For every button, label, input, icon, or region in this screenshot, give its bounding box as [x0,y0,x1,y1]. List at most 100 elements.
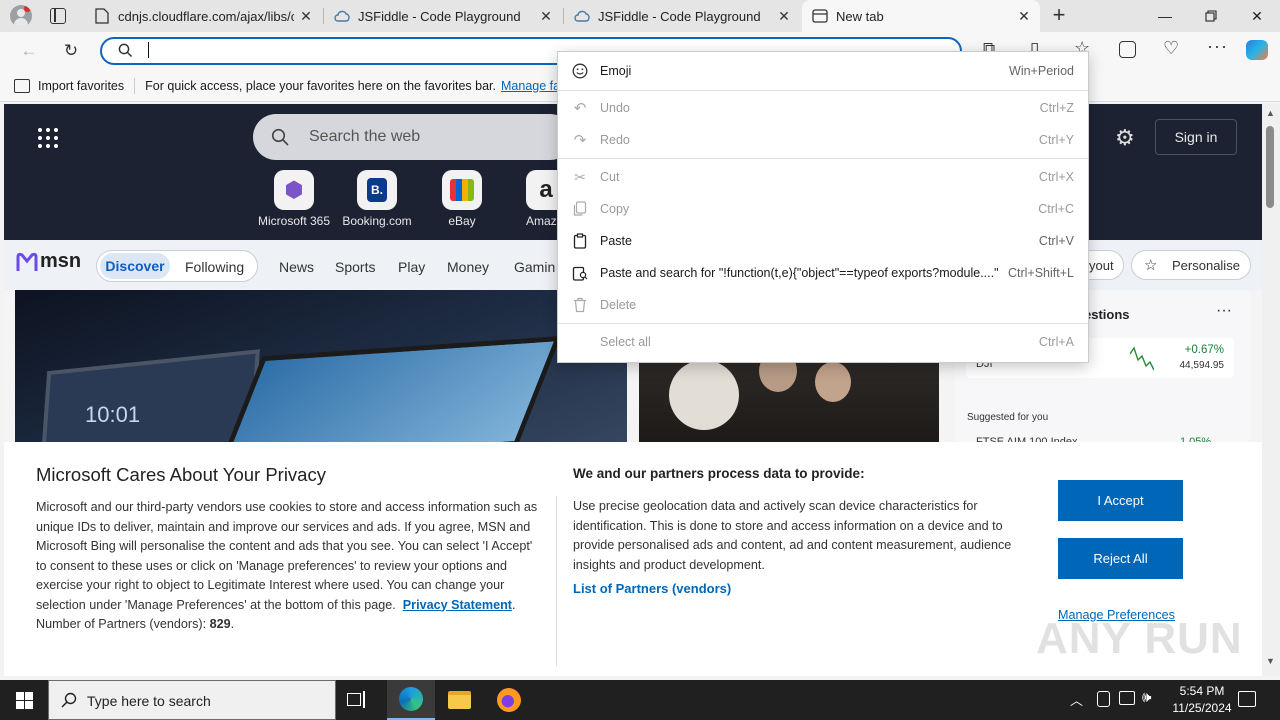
jsfiddle-icon [334,8,350,24]
undo-icon: ↶ [573,100,587,117]
web-search-box[interactable]: Search the web [253,114,573,160]
windows-logo-icon [15,691,33,709]
watchlist-more-icon[interactable]: ··· [1216,302,1232,320]
close-icon[interactable]: ✕ [776,8,792,24]
minimize-button[interactable]: — [1142,0,1188,32]
start-button[interactable] [0,680,48,720]
redo-icon: ↷ [573,132,587,149]
booking-glyph: B. [367,178,387,202]
tab-title: JSFiddle - Code Playground [598,8,761,24]
tab-jsfiddle-1[interactable]: JSFiddle - Code Playground ✕ [324,0,562,32]
search-icon [118,43,133,61]
privacy-statement-link[interactable]: Privacy Statement [403,598,512,612]
profile-avatar[interactable] [10,5,32,27]
import-favorites-button[interactable]: Import favorites [38,79,124,93]
tab-cdnjs[interactable]: cdnjs.cloudflare.com/ajax/libs/c ✕ [84,0,322,32]
nav-play[interactable]: Play [398,259,425,275]
quick-link-microsoft-365[interactable]: ⬢ Microsoft 365 [254,170,334,228]
menu-item-label: Redo [600,133,630,147]
nav-money[interactable]: Money [447,259,489,275]
menu-item-label: Undo [600,101,630,115]
collections-icon[interactable] [1119,41,1136,58]
network-icon[interactable] [1119,691,1135,705]
show-hidden-icons[interactable]: ︿ [1070,690,1083,709]
nav-following[interactable]: Following [185,259,244,275]
tab-actions-icon[interactable] [50,8,66,24]
reject-all-button[interactable]: Reject All [1058,538,1183,579]
copy-icon [572,201,588,217]
close-icon[interactable]: ✕ [538,8,554,24]
quick-link-booking[interactable]: B. Booking.com [337,170,417,228]
feature-card-tablet[interactable]: 10:01 [15,290,627,442]
settings-icon[interactable]: ⚙ [1115,125,1135,151]
menu-item-undo[interactable]: ↶ Undo Ctrl+Z [558,93,1088,123]
anyrun-watermark: ANY RUN [1036,614,1243,663]
menu-item-delete[interactable]: Delete [558,290,1088,320]
partners-list-link[interactable]: List of Partners (vendors) [573,581,731,596]
suggested-label: Suggested for you [967,412,1049,423]
taskbar-firefox[interactable] [485,680,533,720]
tab-bar: cdnjs.cloudflare.com/ajax/libs/c ✕ JSFid… [0,0,1280,32]
close-icon[interactable]: ✕ [1016,8,1032,24]
back-button[interactable]: ← [14,36,44,66]
menu-item-label: Paste and search for "!function(t,e){"ob… [600,266,999,280]
scroll-up-arrow[interactable]: ▲ [1266,108,1275,118]
import-favorites-icon[interactable] [14,78,30,93]
menu-item-redo[interactable]: ↷ Redo Ctrl+Y [558,125,1088,155]
menu-item-shortcut: Ctrl+V [1038,234,1074,248]
nav-gaming[interactable]: Gamin [514,259,555,275]
volume-icon[interactable]: 🕪 [1142,689,1151,706]
more-menu-icon[interactable]: ··· [1207,36,1228,57]
tray-app-icon[interactable] [1097,691,1110,707]
menu-item-shortcut: Ctrl+C [1038,202,1074,216]
page-icon [94,8,110,24]
menu-item-cut[interactable]: ✂ Cut Ctrl+X [558,162,1088,192]
refresh-button[interactable]: ↻ [56,36,86,66]
menu-item-label: Select all [600,335,651,349]
menu-item-copy[interactable]: Copy Ctrl+C [558,194,1088,224]
clock-date: 11/25/2024 [1172,701,1232,715]
close-icon[interactable]: ✕ [298,8,314,24]
new-tab-button[interactable]: + [1047,4,1071,28]
close-window-button[interactable]: ✕ [1234,0,1280,32]
menu-item-select-all[interactable]: Select all Ctrl+A [558,327,1088,357]
scroll-down-arrow[interactable]: ▼ [1266,656,1275,666]
tab-jsfiddle-2[interactable]: JSFiddle - Code Playground ✕ [564,0,800,32]
accept-button[interactable]: I Accept [1058,480,1183,521]
msn-logo[interactable]: msn [16,250,81,273]
menu-item-shortcut: Ctrl+A [1038,335,1074,349]
personalise-button[interactable]: ☆ Personalise [1131,250,1251,280]
delete-icon [572,297,588,313]
menu-item-shortcut: Ctrl+Shift+L [1007,266,1074,280]
personalise-label: Personalise [1172,258,1240,273]
taskbar-file-explorer[interactable] [436,680,484,720]
clock[interactable]: 5:54 PM 11/25/2024 [1164,683,1240,717]
menu-item-emoji[interactable]: Emoji Win+Period [558,56,1088,86]
page-scrollbar[interactable]: ▲ ▼ [1262,104,1280,676]
tab-new-tab[interactable]: New tab ✕ [802,0,1040,32]
newtab-icon [812,8,828,24]
booking-icon: B. [357,170,397,210]
notifications-icon[interactable] [1238,691,1256,707]
scroll-thumb[interactable] [1266,126,1274,208]
nav-news[interactable]: News [279,259,314,275]
task-view-icon[interactable] [345,690,367,710]
edge-icon [399,687,423,711]
quick-link-ebay[interactable]: eBay [422,170,502,228]
nav-discover[interactable]: Discover [100,253,170,279]
taskbar-edge[interactable] [387,680,435,720]
context-menu: Emoji Win+Period ↶ Undo Ctrl+Z ↷ Redo Ct… [557,51,1089,363]
nav-sports[interactable]: Sports [335,259,375,275]
address-input[interactable] [148,42,149,58]
restore-button[interactable] [1188,0,1234,32]
msn-logo-text: msn [40,250,82,272]
menu-item-paste[interactable]: Paste Ctrl+V [558,226,1088,256]
browser-essentials-icon[interactable]: ♡ [1163,38,1179,59]
apps-grid-icon[interactable] [38,128,58,148]
menu-item-paste-and-search[interactable]: Paste and search for "!function(t,e){"ob… [558,258,1088,288]
taskbar-search-box[interactable]: Type here to search [48,680,336,720]
stock-change: +0.67% [1184,344,1224,356]
copilot-icon[interactable] [1246,40,1268,60]
sign-in-button[interactable]: Sign in [1155,119,1237,155]
layout-label: yout [1089,258,1114,273]
